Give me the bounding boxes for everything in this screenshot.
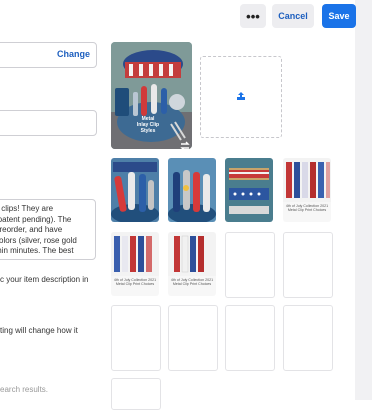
title-field[interactable]	[0, 110, 97, 136]
empty-photo-slot[interactable]	[111, 378, 161, 410]
photo-thumbnail[interactable]	[225, 158, 273, 222]
search-hint: earch results.	[0, 385, 49, 394]
photo-thumbnail[interactable]	[111, 158, 159, 222]
empty-photo-slot[interactable]	[283, 232, 333, 298]
print-caption: 4th of July Collection 2021 Metal Clip P…	[113, 278, 157, 287]
empty-photo-slot[interactable]	[111, 305, 161, 371]
print-choices-photo[interactable]: 4th of July Collection 2021 Metal Clip P…	[168, 232, 216, 296]
print-choices-photo[interactable]: 4th of July Collection 2021 Metal Clip P…	[111, 232, 159, 296]
description-textarea[interactable]: y clips! They are (patent pending). The …	[0, 199, 96, 260]
listing-hint: ting will change how it	[0, 326, 78, 335]
print-caption: 4th of July Collection 2021 Metal Clip P…	[285, 204, 329, 213]
print-choices-photo[interactable]: 4th of July Collection 2021 Metal Clip P…	[283, 158, 331, 222]
empty-photo-slot[interactable]	[225, 232, 275, 298]
description-text: y clips! They are (patent pending). The …	[0, 204, 77, 255]
right-scroll-rail	[355, 0, 372, 400]
description-hint: c your item description in	[0, 275, 89, 284]
save-button[interactable]: Save	[322, 4, 356, 28]
photo-thumbnail[interactable]	[168, 158, 216, 222]
empty-photo-slot[interactable]	[283, 305, 333, 371]
upload-icon	[237, 92, 245, 100]
add-photo-slot[interactable]	[200, 56, 282, 138]
more-options-button[interactable]: •••	[240, 4, 266, 28]
cancel-button[interactable]: Cancel	[272, 4, 314, 28]
print-caption: 4th of July Collection 2021 Metal Clip P…	[170, 278, 214, 287]
primary-photo[interactable]: Metal Inlay Clip Styles	[111, 42, 192, 149]
main-photo-caption: Metal Inlay Clip Styles	[136, 116, 160, 134]
change-category-link[interactable]: Change	[57, 49, 90, 59]
empty-photo-slot[interactable]	[168, 305, 218, 371]
swap-icon[interactable]	[179, 140, 191, 152]
empty-photo-slot[interactable]	[225, 305, 275, 371]
